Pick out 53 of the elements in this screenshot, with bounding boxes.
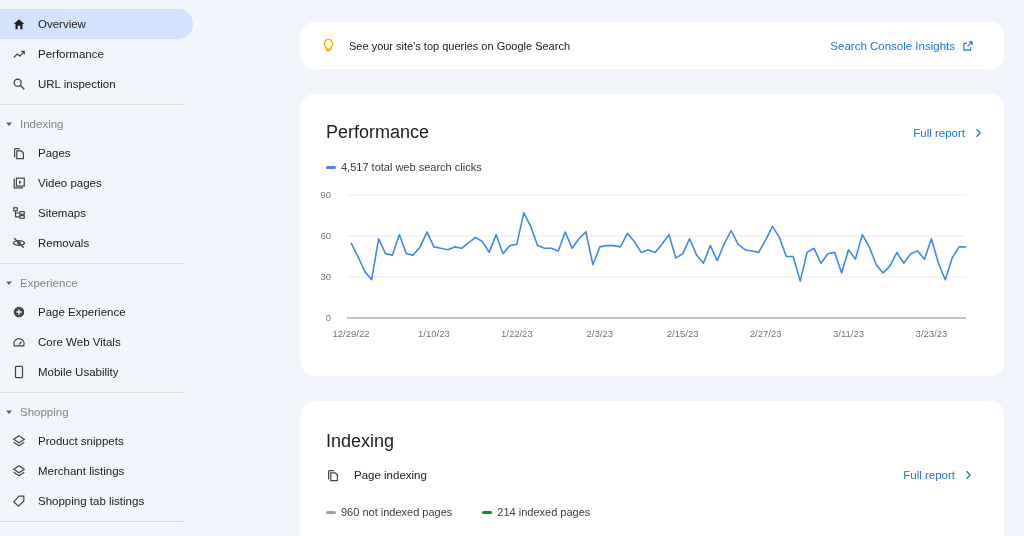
gauge-icon (12, 335, 26, 349)
sidebar-item[interactable]: URL inspection (0, 69, 181, 99)
sidebar-item[interactable]: Shopping tab listings (0, 486, 181, 516)
legend-label: 4,517 total web search clicks (341, 161, 482, 173)
card-title: Performance (326, 122, 430, 143)
x-tick-label: 2/15/23 (666, 328, 699, 339)
x-tick-label: 3/23/23 (915, 328, 948, 339)
layers-icon (12, 464, 26, 478)
home-icon (12, 17, 26, 31)
section-heading: Indexing (20, 118, 64, 130)
layers-icon (12, 434, 26, 448)
x-tick-label: 1/10/23 (418, 328, 450, 339)
video-icon (12, 176, 26, 190)
section-heading: Experience (20, 277, 78, 289)
sidebar-item[interactable]: Performance (0, 39, 181, 69)
phone-icon (12, 365, 26, 379)
full-report-link[interactable]: Full report (903, 469, 974, 481)
y-tick-label: 0 (325, 312, 331, 323)
insights-link[interactable]: Search Console Insights (830, 39, 974, 52)
full-report-link[interactable]: Full report (913, 126, 984, 139)
sidebar-item[interactable]: Video pages (0, 168, 181, 198)
y-tick-label: 60 (320, 230, 331, 241)
sidebar-item[interactable]: Overview (0, 9, 193, 39)
sidebar-item[interactable]: Removals (0, 228, 181, 258)
sidebar-item[interactable]: Product snippets (0, 426, 181, 456)
sidebar-item[interactable]: Merchant listings (0, 456, 181, 486)
hidden-eye-icon (12, 236, 26, 250)
card-title: Indexing (326, 431, 395, 451)
y-tick-label: 90 (320, 189, 331, 200)
legend-label: 214 indexed pages (497, 506, 591, 518)
y-tick-label: 30 (320, 271, 331, 282)
sidebar-item[interactable]: Pages (0, 138, 181, 168)
x-tick-label: 3/11/23 (833, 328, 865, 339)
plus-circle-icon (12, 305, 26, 319)
sidebar-item[interactable]: Sitemaps (0, 198, 181, 228)
sitemap-icon (12, 206, 26, 220)
legend-label: 960 not indexed pages (341, 506, 453, 518)
sidebar-item[interactable]: Mobile Usability (0, 357, 181, 387)
x-tick-label: 2/3/23 (586, 328, 613, 339)
lightbulb-icon (321, 38, 336, 53)
report-name: Page indexing (354, 469, 428, 481)
external-link-icon (962, 39, 974, 52)
search-icon (12, 77, 26, 91)
section-heading: Shopping (20, 406, 69, 418)
sidebar-item[interactable]: Page Experience (0, 297, 181, 327)
pages-icon (326, 468, 340, 482)
x-tick-label: 1/22/23 (501, 328, 533, 339)
tag-icon (12, 494, 26, 508)
x-tick-label: 2/27/23 (749, 328, 782, 339)
insights-text: See your site's top queries on Google Search (349, 39, 571, 52)
x-tick-label: 12/29/22 (332, 328, 370, 339)
sidebar-item[interactable]: Core Web Vitals (0, 327, 181, 357)
pages-icon (12, 146, 26, 160)
